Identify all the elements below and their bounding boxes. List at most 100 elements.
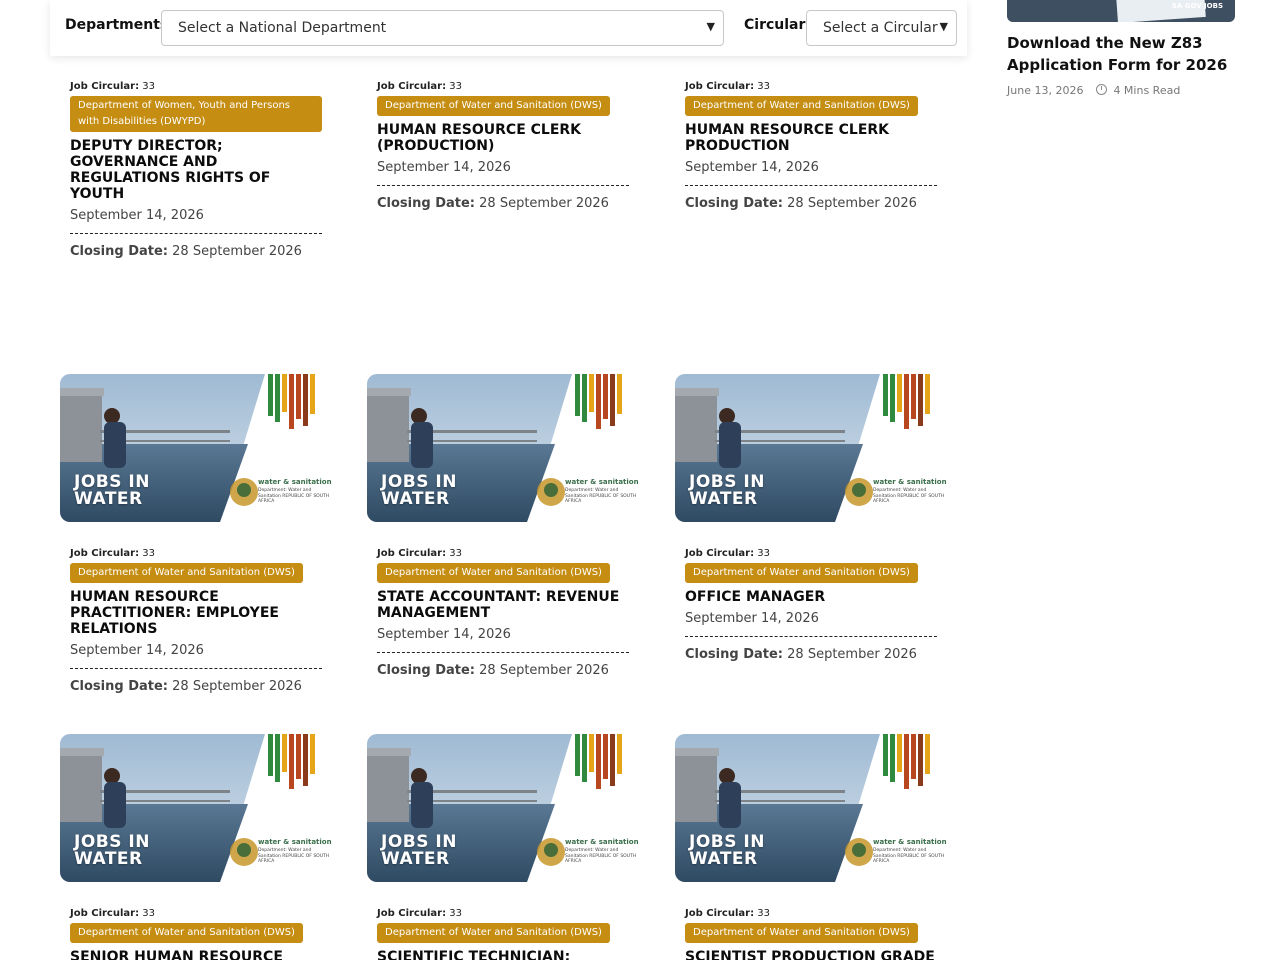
job-circular: Job Circular: 33 <box>70 548 322 559</box>
thumb-heading: JOBS INWATER <box>74 834 150 868</box>
closing-date-value: 28 September 2026 <box>479 663 609 678</box>
thumb-heading: JOBS INWATER <box>689 834 765 868</box>
job-card-image[interactable]: JOBS INWATER water & sanitation Department… <box>367 734 639 882</box>
closing-date-label: Closing Date: <box>685 196 784 211</box>
closing-date: Closing Date: 28 September 2026 <box>70 244 322 259</box>
job-circular-number: 33 <box>449 548 463 559</box>
job-title[interactable]: SCIENTIST PRODUCTION GRADE <box>685 949 937 960</box>
thumb-heading-line2: WATER <box>689 849 758 869</box>
job-card-image[interactable]: JOBS INWATER water & sanitation Department… <box>60 734 332 882</box>
chevron-down-icon: ▼ <box>706 20 715 33</box>
department-badge[interactable]: Department of Water and Sanitation (DWS) <box>377 563 610 583</box>
job-card[interactable]: JOBS INWATER water & sanitation Department… <box>675 374 947 662</box>
job-title[interactable]: HUMAN RESOURCE CLERK PRODUCTION <box>685 122 937 154</box>
department-logo-text: water & sanitation <box>565 478 639 486</box>
divider <box>685 185 937 186</box>
divider <box>377 185 629 186</box>
featured-post-image[interactable]: SA GOV JOBS <box>1007 0 1235 22</box>
job-title[interactable]: HUMAN RESOURCE CLERK (PRODUCTION) <box>377 122 629 154</box>
job-title[interactable]: STATE ACCOUNTANT: REVENUE MANAGEMENT <box>377 589 629 621</box>
job-card[interactable]: JOBS INWATER water & sanitation Department… <box>367 374 639 678</box>
closing-date-value: 28 September 2026 <box>479 196 609 211</box>
job-title[interactable]: OFFICE MANAGER <box>685 589 937 605</box>
job-circular-label: Job Circular: <box>685 908 755 919</box>
department-logo-text: water & sanitation <box>873 838 947 846</box>
thumb-heading-line2: WATER <box>74 489 143 509</box>
department-logo-text: water & sanitation <box>258 838 332 846</box>
department-logo-subtext: Department: Water and Sanitation REPUBLI… <box>565 848 637 864</box>
circular-select[interactable]: Select a Circular ▼ <box>806 10 957 46</box>
job-card-image[interactable]: JOBS INWATER water & sanitation Department… <box>60 374 332 522</box>
featured-post-title[interactable]: Download the New Z83 Application Form fo… <box>1007 32 1237 76</box>
circular-label: Circular <box>744 17 806 33</box>
thumb-heading-line2: WATER <box>689 489 758 509</box>
job-posted-date: September 14, 2026 <box>70 208 204 223</box>
job-posted-date: September 14, 2026 <box>685 611 819 626</box>
department-badge[interactable]: Department of Women, Youth and Persons w… <box>70 96 322 132</box>
thumb-heading-line2: WATER <box>74 849 143 869</box>
departments-select-value: Select a National Department <box>178 20 387 36</box>
closing-date-label: Closing Date: <box>70 244 169 259</box>
job-circular-number: 33 <box>757 908 771 919</box>
department-badge[interactable]: Department of Water and Sanitation (DWS) <box>685 96 918 116</box>
thumb-heading: JOBS INWATER <box>381 834 457 868</box>
job-card-image[interactable]: JOBS INWATER water & sanitation Department… <box>675 734 947 882</box>
clock-icon <box>1095 84 1107 95</box>
job-card[interactable]: JOBS INWATER water & sanitation Department… <box>367 734 639 960</box>
closing-date: Closing Date: 28 September 2026 <box>377 196 629 211</box>
thumb-heading-line2: WATER <box>381 489 450 509</box>
job-title[interactable]: HUMAN RESOURCE PRACTITIONER: EMPLOYEE RE… <box>70 589 322 637</box>
thumb-heading: JOBS INWATER <box>74 474 150 508</box>
divider <box>70 233 322 234</box>
job-posted-date: September 14, 2026 <box>377 627 511 642</box>
closing-date-label: Closing Date: <box>377 196 476 211</box>
job-circular-number: 33 <box>757 548 771 559</box>
filter-bar: Departments Select a National Department… <box>50 0 967 56</box>
job-circular-label: Job Circular: <box>685 81 755 92</box>
department-badge[interactable]: Department of Water and Sanitation (DWS) <box>70 563 303 583</box>
job-title[interactable]: DEPUTY DIRECTOR; GOVERNANCE AND REGULATI… <box>70 138 322 202</box>
thumb-heading-line2: WATER <box>381 849 450 869</box>
job-card-image[interactable]: JOBS INWATER water & sanitation Department… <box>675 374 947 522</box>
job-circular-label: Job Circular: <box>70 81 140 92</box>
department-badge[interactable]: Department of Water and Sanitation (DWS) <box>685 923 918 943</box>
job-card[interactable]: JOBS INWATER water & sanitation Department… <box>60 374 332 694</box>
job-circular-number: 33 <box>449 908 463 919</box>
closing-date-value: 28 September 2026 <box>787 647 917 662</box>
job-circular-label: Job Circular: <box>377 548 447 559</box>
job-circular-number: 33 <box>142 548 156 559</box>
closing-date-value: 28 September 2026 <box>172 244 302 259</box>
job-circular: Job Circular: 33 <box>685 548 937 559</box>
department-badge[interactable]: Department of Water and Sanitation (DWS) <box>685 563 918 583</box>
featured-post-readtime: 4 Mins Read <box>1113 84 1181 97</box>
job-circular: Job Circular: 33 <box>685 81 937 92</box>
department-logo-text: water & sanitation <box>258 478 332 486</box>
divider <box>70 668 322 669</box>
department-badge[interactable]: Department of Water and Sanitation (DWS) <box>377 923 610 943</box>
department-logo-text: water & sanitation <box>565 838 639 846</box>
job-card[interactable]: JOBS INWATER water & sanitation Department… <box>675 734 947 960</box>
job-circular-label: Job Circular: <box>70 548 140 559</box>
job-circular-label: Job Circular: <box>685 548 755 559</box>
job-title[interactable]: SENIOR HUMAN RESOURCE <box>70 949 322 960</box>
department-badge[interactable]: Department of Water and Sanitation (DWS) <box>377 96 610 116</box>
job-circular: Job Circular: 33 <box>377 81 629 92</box>
department-logo-subtext: Department: Water and Sanitation REPUBLI… <box>258 848 330 864</box>
job-circular: Job Circular: 33 <box>377 548 629 559</box>
thumb-tag: SA GOV JOBS <box>1171 2 1223 10</box>
closing-date: Closing Date: 28 September 2026 <box>377 663 629 678</box>
closing-date: Closing Date: 28 September 2026 <box>685 647 937 662</box>
department-logo-subtext: Department: Water and Sanitation REPUBLI… <box>258 488 330 504</box>
closing-date-value: 28 September 2026 <box>172 679 302 694</box>
job-circular: Job Circular: 33 <box>70 908 322 919</box>
departments-select[interactable]: Select a National Department ▼ <box>161 10 724 46</box>
job-title[interactable]: SCIENTIFIC TECHNICIAN: <box>377 949 629 960</box>
chevron-down-icon: ▼ <box>939 20 948 33</box>
thumb-heading: JOBS INWATER <box>689 474 765 508</box>
job-circular-label: Job Circular: <box>377 81 447 92</box>
job-card-image[interactable]: JOBS INWATER water & sanitation Department… <box>367 374 639 522</box>
department-badge[interactable]: Department of Water and Sanitation (DWS) <box>70 923 303 943</box>
job-circular: Job Circular: 33 <box>685 908 937 919</box>
job-posted-date: September 14, 2026 <box>70 643 204 658</box>
job-card[interactable]: JOBS INWATER water & sanitation Department… <box>60 734 332 960</box>
